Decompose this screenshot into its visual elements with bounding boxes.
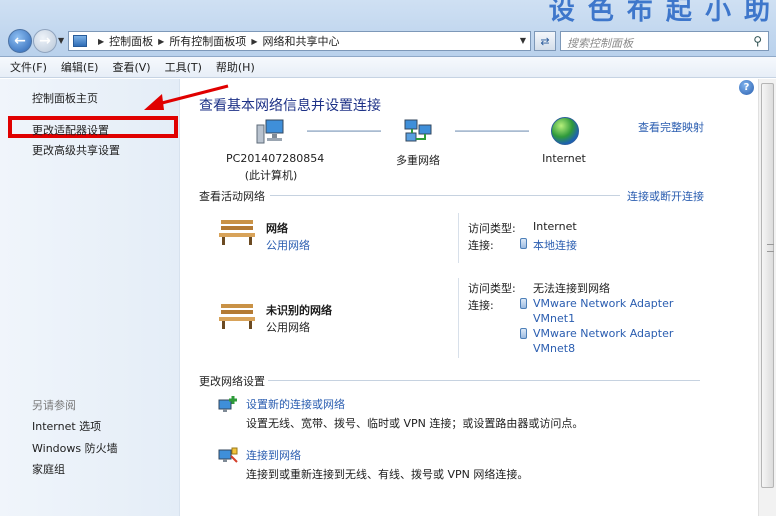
map-connector [307, 130, 381, 132]
computer-name: PC201407280854 [226, 152, 325, 165]
section-divider [268, 380, 700, 381]
sidebar-item-advanced-sharing[interactable]: 更改高级共享设置 [32, 142, 120, 158]
computer-icon [256, 119, 284, 144]
column-divider [458, 213, 459, 263]
menu-bar: 文件(F) 编辑(E) 查看(V) 工具(T) 帮助(H) [0, 57, 776, 78]
search-placeholder: 搜索控制面板 [567, 37, 633, 50]
setup-new-connection-link[interactable]: 设置新的连接或网络 [246, 396, 345, 412]
vmnet8-adapter-link[interactable]: VMware Network Adapter [533, 327, 673, 340]
see-also-heading: 另请参阅 [32, 399, 76, 412]
scrollbar-thumb[interactable] [761, 83, 774, 488]
access-type-value: 无法连接到网络 [533, 282, 610, 295]
network-type: 公用网络 [266, 321, 310, 334]
internet-label: Internet [542, 152, 586, 165]
vertical-scrollbar[interactable] [758, 79, 776, 516]
globe-icon [551, 117, 579, 145]
search-input[interactable]: 搜索控制面板 ⚲ [560, 31, 769, 51]
connections-label: 连接: [468, 299, 494, 312]
forward-button[interactable]: → [33, 29, 57, 53]
arrow-left-icon: ← [14, 33, 26, 49]
map-connector [455, 130, 529, 132]
ethernet-icon [520, 238, 527, 249]
breadcrumb-separator-icon[interactable]: ▶ [251, 37, 257, 46]
computer-subtitle: (此计算机) [244, 169, 298, 182]
change-settings-heading: 更改网络设置 [199, 375, 265, 388]
vmnet1-adapter-link-name[interactable]: VMnet1 [533, 312, 575, 325]
sidebar-item-home[interactable]: 控制面板主页 [32, 90, 98, 106]
column-divider [458, 278, 459, 358]
arrow-right-icon: → [39, 33, 51, 49]
breadcrumb-control-panel[interactable]: 控制面板 [109, 33, 153, 49]
network-name: 网络 [266, 222, 288, 235]
sidebar-item-firewall[interactable]: Windows 防火墙 [32, 440, 118, 456]
vmnet8-adapter-link-name[interactable]: VMnet8 [533, 342, 575, 355]
refresh-button[interactable]: ⇄ [534, 31, 556, 51]
network-name: 未识别的网络 [266, 304, 332, 317]
access-type-label: 访问类型: [468, 282, 516, 295]
access-type-label: 访问类型: [468, 222, 516, 235]
breadcrumb-separator-icon[interactable]: ▶ [98, 37, 104, 46]
sidebar-item-homegroup[interactable]: 家庭组 [32, 461, 65, 477]
connect-to-network-icon [218, 447, 238, 463]
connect-to-network-link[interactable]: 连接到网络 [246, 447, 301, 463]
public-network-bench-icon [219, 304, 255, 329]
menu-help[interactable]: 帮助(H) [216, 59, 255, 75]
view-full-map-link[interactable]: 查看完整映射 [638, 119, 704, 135]
breadcrumb-network-center[interactable]: 网络和共享中心 [262, 33, 339, 49]
scrollbar-grip-icon [767, 244, 774, 252]
menu-file[interactable]: 文件(F) [10, 59, 47, 75]
window-chrome: 设 色 布 起 小 助 ← → ▼ ▶ 控制面板 ▶ 所有控制面板项 ▶ 网络和… [0, 0, 776, 57]
multiple-networks-icon [404, 119, 432, 142]
back-button[interactable]: ← [8, 29, 32, 53]
refresh-icon: ⇄ [540, 34, 550, 48]
breadcrumb-all-items[interactable]: 所有控制面板项 [169, 33, 246, 49]
access-type-value: Internet [533, 220, 577, 233]
breadcrumb-separator-icon[interactable]: ▶ [158, 37, 164, 46]
control-panel-icon [73, 35, 87, 47]
address-bar[interactable]: ▶ 控制面板 ▶ 所有控制面板项 ▶ 网络和共享中心 ▼ [68, 31, 531, 51]
recent-pages-dropdown[interactable]: ▼ [58, 36, 64, 45]
sidebar: 控制面板主页 更改适配器设置 更改高级共享设置 另请参阅 Internet 选项… [0, 79, 180, 516]
watermark-text: 设 色 布 起 小 助 [548, 0, 772, 26]
ethernet-icon [520, 328, 527, 339]
new-connection-icon [218, 396, 237, 412]
connect-disconnect-link[interactable]: 连接或断开连接 [627, 188, 704, 204]
active-networks-heading: 查看活动网络 [199, 190, 265, 203]
section-divider [270, 195, 620, 196]
network-type-link[interactable]: 公用网络 [266, 237, 310, 253]
setup-new-connection-desc: 设置无线、宽带、拨号、临时或 VPN 连接；或设置路由器或访问点。 [246, 417, 584, 430]
search-icon[interactable]: ⚲ [753, 34, 762, 48]
connections-label: 连接: [468, 239, 494, 252]
multiple-networks-label: 多重网络 [396, 154, 440, 167]
address-dropdown-icon[interactable]: ▼ [520, 36, 526, 45]
menu-tools[interactable]: 工具(T) [165, 59, 202, 75]
page-title: 查看基本网络信息并设置连接 [199, 98, 381, 114]
connect-to-network-desc: 连接到或重新连接到无线、有线、拨号或 VPN 网络连接。 [246, 468, 529, 481]
help-icon[interactable]: ? [739, 80, 754, 95]
vmnet1-adapter-link[interactable]: VMware Network Adapter [533, 297, 673, 310]
ethernet-icon [520, 298, 527, 309]
menu-edit[interactable]: 编辑(E) [61, 59, 99, 75]
local-connection-link[interactable]: 本地连接 [533, 237, 577, 253]
menu-view[interactable]: 查看(V) [112, 59, 150, 75]
sidebar-item-internet-options[interactable]: Internet 选项 [32, 418, 101, 434]
public-network-bench-icon [219, 220, 255, 245]
